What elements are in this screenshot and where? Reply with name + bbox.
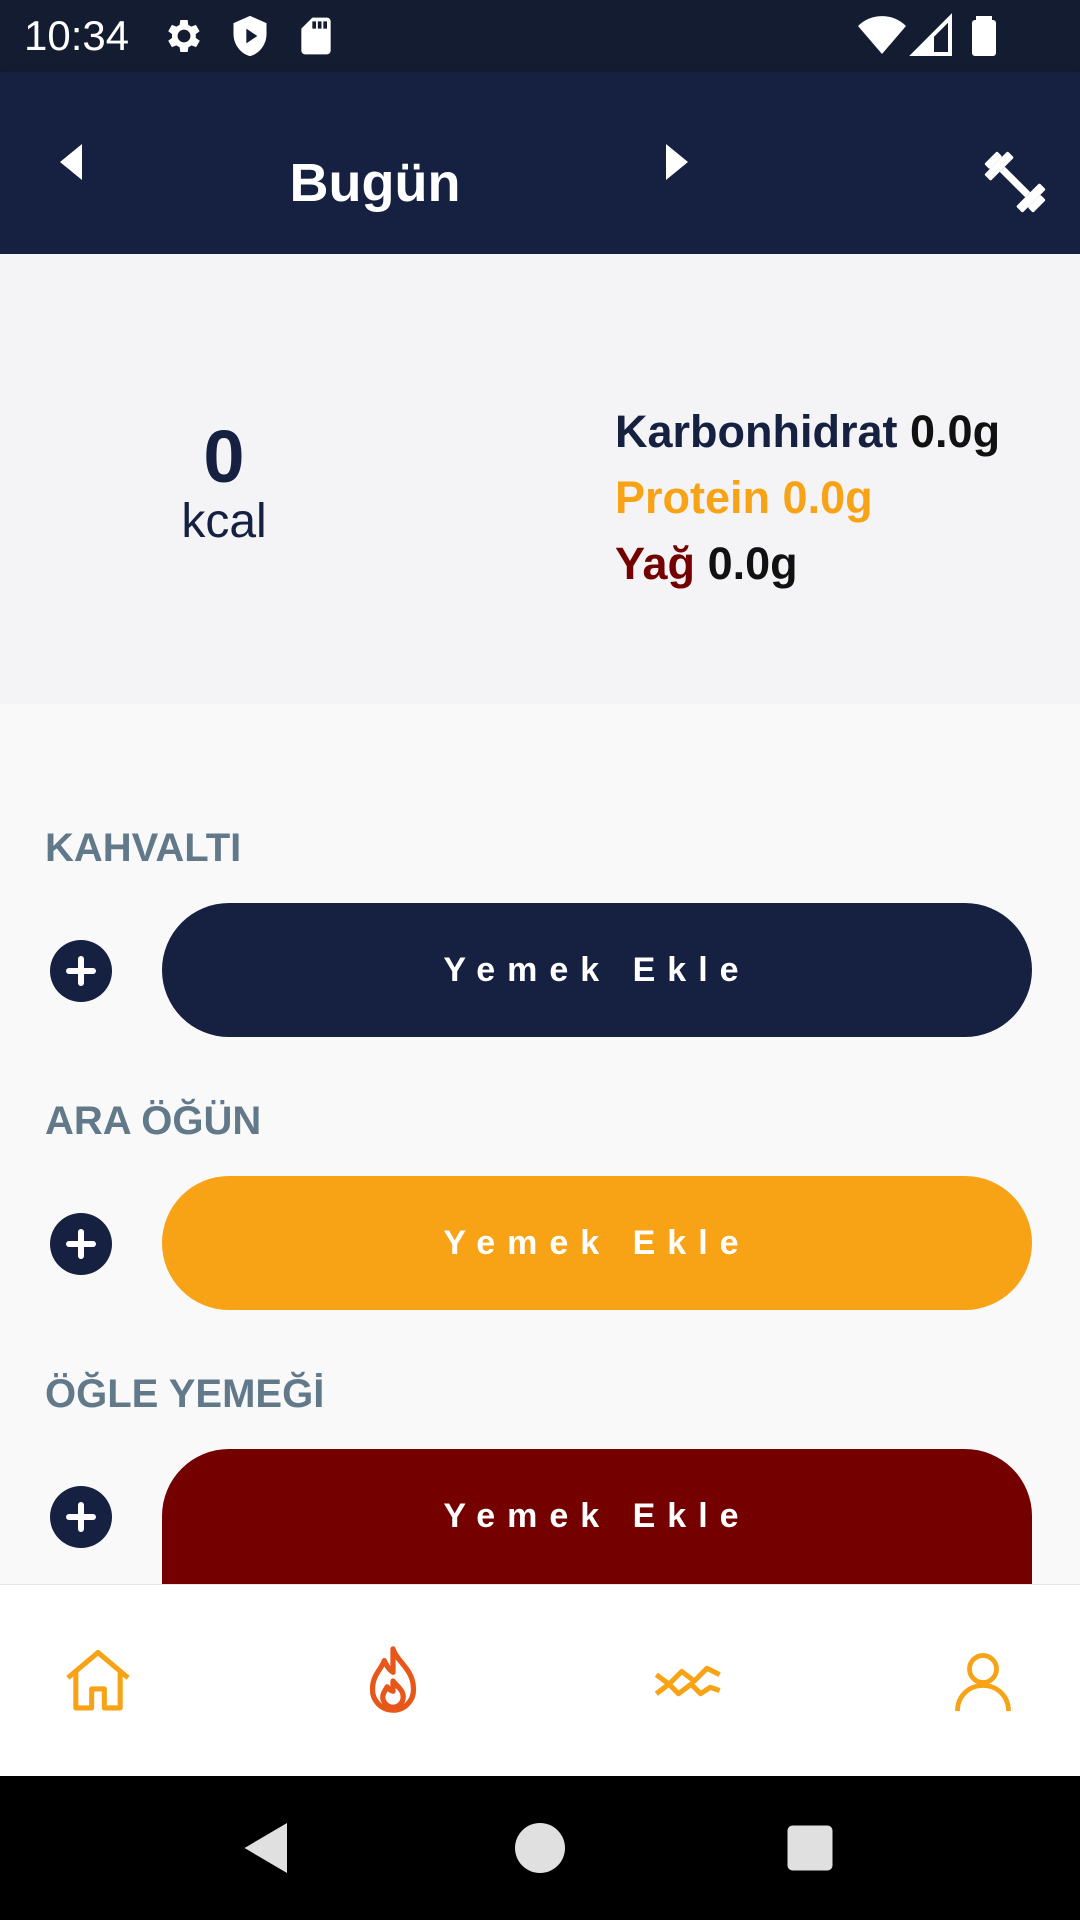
add-circle-icon[interactable] <box>50 1486 112 1548</box>
status-time: 10:34 <box>24 12 130 59</box>
tab-calories[interactable] <box>345 1633 441 1729</box>
back-triangle-icon <box>244 1823 287 1873</box>
app-bar: Bugün <box>0 72 1080 254</box>
shield-play-icon <box>228 14 272 58</box>
tab-progress[interactable] <box>640 1633 736 1729</box>
carb-macro: Karbonhidrat 0.0g <box>615 406 1000 458</box>
previous-day-button[interactable] <box>36 127 106 197</box>
kcal-value: 0 <box>203 415 245 498</box>
recents-square-icon <box>787 1825 833 1871</box>
meal-title-snack: ARA ÖĞÜN <box>45 1099 262 1143</box>
daily-summary: 0 kcal Karbonhidrat 0.0g Protein 0.0g Ya… <box>0 254 1080 704</box>
next-day-button[interactable] <box>642 127 712 197</box>
home-circle-icon <box>515 1823 565 1873</box>
chevron-left-icon <box>60 144 82 180</box>
protein-label: Protein <box>615 472 771 523</box>
fat-value: 0.0g <box>707 538 798 589</box>
chart-icon <box>654 1665 721 1697</box>
carb-label: Karbonhidrat <box>615 406 898 457</box>
add-food-button-snack[interactable]: Yemek Ekle <box>162 1176 1032 1310</box>
signal-icon <box>908 12 956 60</box>
gear-icon <box>162 14 206 58</box>
fat-label: Yağ <box>615 538 696 589</box>
battery-icon <box>960 12 1008 60</box>
back-button[interactable] <box>225 1806 309 1890</box>
tab-home[interactable] <box>50 1633 146 1729</box>
profile-icon <box>955 1653 1011 1712</box>
carb-value: 0.0g <box>910 406 1001 457</box>
wifi-icon <box>858 12 906 60</box>
flame-icon <box>369 1646 417 1713</box>
add-circle-icon[interactable] <box>50 940 112 1002</box>
dumbbell-icon <box>984 151 1046 213</box>
workout-button[interactable] <box>975 142 1055 222</box>
bottom-navigation <box>0 1584 1080 1776</box>
tab-profile[interactable] <box>935 1633 1031 1729</box>
add-food-button-breakfast[interactable]: Yemek Ekle <box>162 903 1032 1037</box>
sd-card-icon <box>294 14 338 58</box>
add-circle-icon[interactable] <box>50 1213 112 1275</box>
chevron-right-icon <box>666 144 688 180</box>
status-bar: 10:34 <box>0 0 1080 72</box>
add-food-button-lunch[interactable]: Yemek Ekle <box>162 1449 1032 1584</box>
meal-title-breakfast: KAHVALTI <box>45 826 242 870</box>
page-title: Bugün <box>289 153 461 213</box>
home-icon <box>66 1649 130 1711</box>
fat-macro: Yağ 0.0g <box>615 538 798 590</box>
recents-button[interactable] <box>768 1806 852 1890</box>
meal-title-lunch: ÖĞLE YEMEĞİ <box>45 1372 325 1416</box>
system-navigation <box>0 1776 1080 1920</box>
protein-value: 0.0g <box>782 472 873 523</box>
home-button[interactable] <box>498 1806 582 1890</box>
kcal-unit: kcal <box>181 495 267 548</box>
protein-macro: Protein 0.0g <box>615 472 873 524</box>
